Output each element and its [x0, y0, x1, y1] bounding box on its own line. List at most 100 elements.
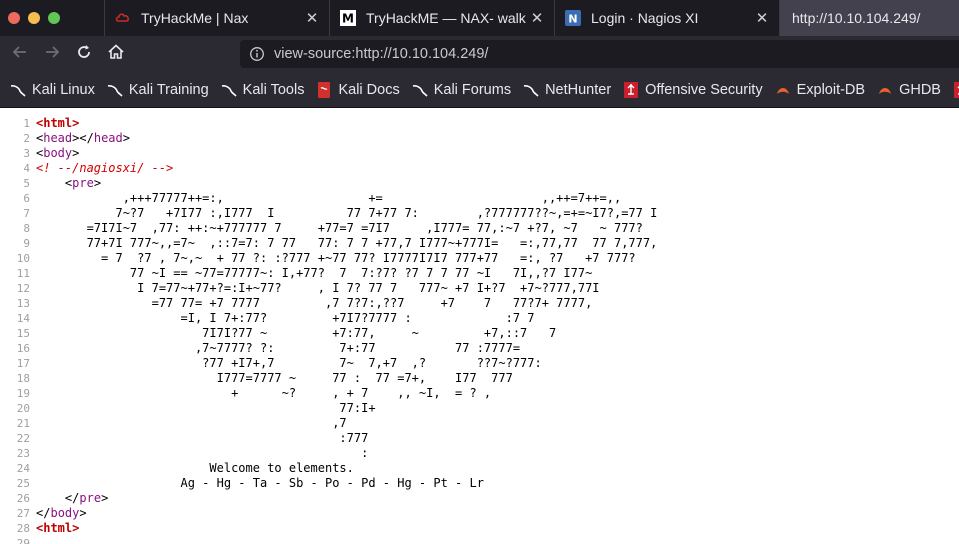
tab-tryhackme-nax-walk[interactable]: M TryHackME — NAX- walk ✕ — [329, 0, 554, 36]
ascii-art-line: + ~? , + 7 ,, ~I, = ? , — [36, 386, 492, 400]
source-line: 21 ,7 — [0, 416, 959, 431]
tag-name: pre — [79, 491, 102, 505]
source-line: 25 Ag - Hg - Ta - Sb - Po - Pd - Hg - Pt… — [0, 476, 959, 491]
line-number: 28 — [16, 522, 30, 535]
ascii-art-line: ,+++77777++=:, += ,,++=7++=,, — [36, 191, 622, 205]
svg-text:M: M — [342, 12, 354, 26]
elements-text: Ag - Hg - Ta - Sb - Po - Pd - Hg - Pt - … — [36, 476, 484, 490]
tab-title: http://10.10.104.249/ — [792, 10, 921, 26]
bookmark-label: Exploit-DB — [796, 81, 866, 98]
bookmark-label: Kali Tools — [242, 81, 305, 98]
source-line: 29 — [0, 536, 959, 544]
bookmark-offensive-security[interactable]: Offensive Security — [623, 81, 763, 98]
ascii-art-line: 7~?7 +7I77 :,I777 I 77 7+77 7: ,?777777?… — [36, 206, 658, 220]
window-maximize-button[interactable] — [48, 12, 60, 24]
line-number: 14 — [16, 312, 30, 325]
tab-close-button[interactable]: ✕ — [753, 9, 771, 27]
bookmark-ghdb[interactable]: GHDB — [877, 82, 941, 98]
line-number: 12 — [16, 282, 30, 295]
bookmark-label: Offensive Security — [645, 81, 763, 98]
source-line: 28 <html> — [0, 521, 959, 536]
tag-slash: / — [86, 131, 94, 145]
tag-bracket: < — [79, 131, 87, 145]
window-minimize-button[interactable] — [28, 12, 40, 24]
bookmark-kali-tools[interactable]: Kali Tools — [221, 81, 305, 98]
line-number: 4 — [23, 162, 30, 175]
source-line: 3 <body> — [0, 146, 959, 161]
welcome-text: Welcome to elements. — [36, 461, 354, 475]
tag-bracket: > — [122, 131, 130, 145]
line-number: 26 — [16, 492, 30, 505]
line-number: 15 — [16, 327, 30, 340]
line-number: 23 — [16, 447, 30, 460]
kali-dragon-icon — [221, 82, 237, 98]
tag-name: body — [50, 506, 80, 520]
tag-name: pre — [72, 176, 94, 190]
info-icon[interactable] — [240, 46, 274, 62]
bookmark-kali-forums[interactable]: Kali Forums — [412, 82, 511, 98]
line-number: 16 — [16, 342, 30, 355]
tag-bracket: > — [72, 146, 80, 160]
tab-view-source[interactable]: http://10.10.104.249/ — [779, 0, 959, 36]
kali-docs-icon — [316, 81, 332, 98]
tag-name: html — [43, 116, 73, 130]
line-number: 9 — [23, 237, 30, 250]
line-number: 29 — [16, 537, 30, 544]
home-button[interactable] — [102, 40, 130, 68]
back-button[interactable] — [6, 40, 34, 68]
bookmarks-bar: Kali Linux Kali Training Kali Tools Kali… — [0, 72, 959, 108]
address-bar[interactable]: view-source:http://10.10.104.249/ — [240, 40, 959, 68]
view-source-content[interactable]: 1 <html> 2 <head></head> 3 <body> 4 <! -… — [0, 116, 959, 544]
source-line: 2 <head></head> — [0, 131, 959, 146]
source-line: 6 ,+++77777++=:, += ,,++=7++=,, — [0, 191, 959, 206]
tryhackme-icon — [115, 10, 131, 26]
tag-bracket: > — [93, 176, 102, 190]
ascii-art-line: 77:I+ — [36, 401, 376, 415]
ascii-art-line: 77+7I 777~,,=7~ ,::7=7: 7 77 77: 7 7 +77… — [36, 236, 658, 250]
offsec-icon — [953, 81, 959, 98]
tab-title: Login · Nagios XI — [591, 10, 699, 26]
bookmark-nethunter[interactable]: NetHunter — [523, 82, 611, 98]
tab-strip: TryHackMe | Nax ✕ M TryHackME — NAX- wal… — [0, 0, 959, 36]
ascii-art-line: = 7 ?7 , 7~,~ + 77 ?: :?777 +~77 77? I77… — [36, 251, 636, 265]
bookmark-kali-linux[interactable]: Kali Linux — [10, 82, 95, 98]
line-number: 19 — [16, 387, 30, 400]
forward-button[interactable] — [38, 40, 66, 68]
line-number: 13 — [16, 297, 30, 310]
bookmark-kali-training[interactable]: Kali Training — [107, 82, 209, 98]
tab-login-nagios[interactable]: N Login · Nagios XI ✕ — [554, 0, 779, 36]
ascii-art-line: I777=7777 ~ 77 : 77 =7+, I77 777 — [36, 371, 513, 385]
source-line: 24 Welcome to elements. — [0, 461, 959, 476]
source-line: 26 </pre> — [0, 491, 959, 506]
line-number: 5 — [23, 177, 30, 190]
tab-close-button[interactable]: ✕ — [303, 9, 321, 27]
line-number: 25 — [16, 477, 30, 490]
ascii-art-line: =77 77= +7 7777 ,7 7?7:,??7 +7 7 77?7+ 7… — [36, 296, 593, 310]
tag-name: head — [43, 131, 73, 145]
ascii-art-line: =7I7I~7 ,77: ++:~+777777 7 +77=7 =7I7 ,I… — [36, 221, 643, 235]
bookmark-exploit-db[interactable]: Exploit-DB — [775, 81, 866, 98]
html-comment: <! --/nagiosxi/ --> — [36, 161, 174, 175]
reload-button[interactable] — [70, 40, 98, 68]
tab-title: TryHackME — NAX- walk — [366, 10, 526, 26]
tab-close-button[interactable]: ✕ — [528, 9, 546, 27]
tab-title: TryHackMe | Nax — [141, 10, 249, 26]
kali-dragon-icon — [412, 82, 428, 98]
bookmark-label: Kali Training — [128, 81, 209, 98]
bookmark-offsec-extra[interactable] — [953, 81, 959, 98]
offsec-icon — [623, 81, 639, 98]
ascii-art-line: =I, I 7+:77? +7I7?7777 : :7 7 — [36, 311, 535, 325]
tag-name: html — [43, 521, 73, 535]
window-close-button[interactable] — [8, 12, 20, 24]
tag-bracket: > — [101, 491, 109, 505]
reload-icon — [75, 43, 93, 65]
source-line: 19 + ~? , + 7 ,, ~I, = ? , — [0, 386, 959, 401]
ascii-art-line: ,7~7777? ?: 7+:77 77 :7777= — [36, 341, 521, 355]
medium-icon: M — [340, 10, 356, 26]
bookmark-kali-docs[interactable]: Kali Docs — [316, 81, 400, 98]
tab-tryhackme-nax[interactable]: TryHackMe | Nax ✕ — [104, 0, 329, 36]
source-line: 16 ,7~7777? ?: 7+:77 77 :7777= — [0, 341, 959, 356]
line-number: 1 — [23, 117, 30, 130]
source-line: 14 =I, I 7+:77? +7I7?7777 : :7 7 — [0, 311, 959, 326]
